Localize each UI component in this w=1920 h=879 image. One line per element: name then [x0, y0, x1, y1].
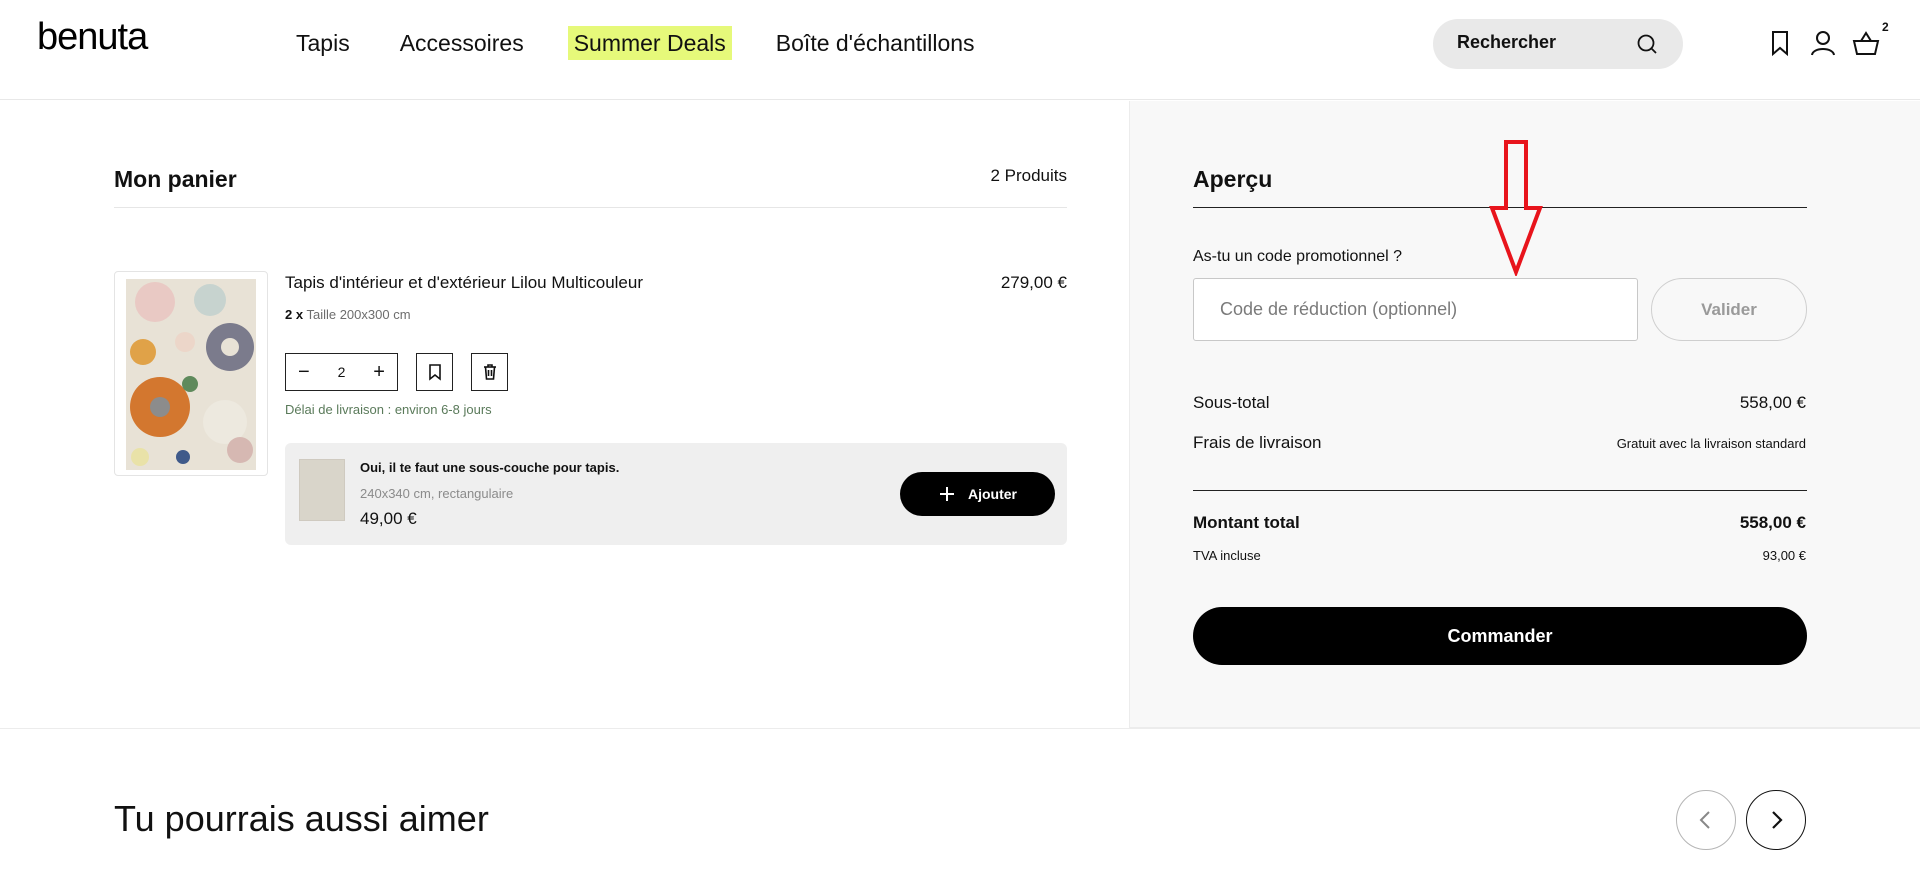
search-label: Rechercher [1457, 32, 1557, 52]
bookmark-icon [428, 364, 441, 381]
search-bar[interactable]: Rechercher [1433, 19, 1683, 69]
cart-product-count: 2 Produits [990, 166, 1067, 185]
plus-icon [940, 487, 954, 501]
validate-promo-button[interactable]: Valider [1651, 278, 1807, 341]
upsell-price: 49,00 € [360, 509, 417, 528]
upsell-card: Oui, il te faut une sous-couche pour tap… [285, 443, 1067, 545]
subtotal-label: Sous-total [1193, 393, 1270, 412]
promo-code-label: As-tu un code promotionnel ? [1193, 248, 1403, 265]
chevron-left-icon [1699, 811, 1710, 829]
quantity-stepper: − 2 + [285, 353, 398, 391]
subtotal-value: 558,00 € [1739, 393, 1806, 412]
cart-title: Mon panier [114, 166, 237, 192]
nav-item-accessoires[interactable]: Accessoires [394, 26, 530, 60]
carousel-prev-button[interactable] [1676, 790, 1736, 850]
site-header: benuta Tapis Accessoires Summer Deals Bo… [0, 0, 1920, 100]
product-name[interactable]: Tapis d'intérieur et d'extérieur Lilou M… [285, 273, 643, 293]
size-label: Taille 200x300 cm [306, 307, 411, 322]
divider [0, 728, 1920, 729]
rug-image [126, 279, 256, 470]
shipping-label: Frais de livraison [1193, 433, 1322, 452]
increase-quantity-button[interactable]: + [373, 362, 385, 382]
shipping-value: Gratuit avec la livraison standard [1616, 436, 1806, 451]
bookmark-icon[interactable] [1765, 28, 1795, 58]
quantity-prefix: 2 x [285, 307, 304, 322]
basket-icon[interactable] [1851, 28, 1881, 58]
add-underlay-button[interactable]: Ajouter [900, 472, 1055, 516]
search-icon [1637, 34, 1657, 54]
divider [1193, 490, 1807, 491]
annotation-arrow-icon [1489, 140, 1543, 276]
product-price: 279,00 € [1000, 273, 1067, 292]
upsell-title: Oui, il te faut une sous-couche pour tap… [360, 460, 620, 475]
save-for-later-button[interactable] [416, 353, 453, 391]
benuta-logo[interactable]: benuta [37, 16, 148, 59]
summary-title: Aperçu [1193, 166, 1273, 192]
promo-code-input[interactable] [1193, 278, 1638, 341]
divider [114, 207, 1067, 208]
checkout-button[interactable]: Commander [1193, 607, 1807, 665]
product-size: 2 x Taille 200x300 cm [285, 307, 411, 322]
cart-count-badge: 2 [1882, 20, 1889, 34]
nav-item-summer-deals[interactable]: Summer Deals [567, 26, 732, 60]
decrease-quantity-button[interactable]: − [298, 362, 310, 382]
vat-label: TVA incluse [1193, 548, 1261, 563]
total-value: 558,00 € [1739, 513, 1806, 532]
account-icon[interactable] [1808, 28, 1838, 58]
product-image[interactable] [114, 271, 268, 476]
underlay-image [299, 459, 345, 521]
upsell-subtitle: 240x340 cm, rectangulaire [360, 486, 514, 501]
add-button-label: Ajouter [968, 486, 1017, 502]
quantity-value[interactable]: 2 [338, 364, 346, 380]
vat-value: 93,00 € [1762, 548, 1806, 563]
nav-item-tapis[interactable]: Tapis [290, 26, 356, 60]
trash-icon [483, 364, 496, 380]
nav-item-sample-box[interactable]: Boîte d'échantillons [770, 26, 981, 60]
total-label: Montant total [1193, 513, 1300, 532]
delivery-time: Délai de livraison : environ 6-8 jours [285, 402, 492, 417]
carousel-next-button[interactable] [1746, 790, 1806, 850]
recommendations-title: Tu pourrais aussi aimer [114, 798, 489, 839]
delete-item-button[interactable] [471, 353, 508, 391]
main-nav: Tapis Accessoires Summer Deals Boîte d'é… [290, 26, 1019, 60]
chevron-right-icon [1772, 811, 1783, 829]
